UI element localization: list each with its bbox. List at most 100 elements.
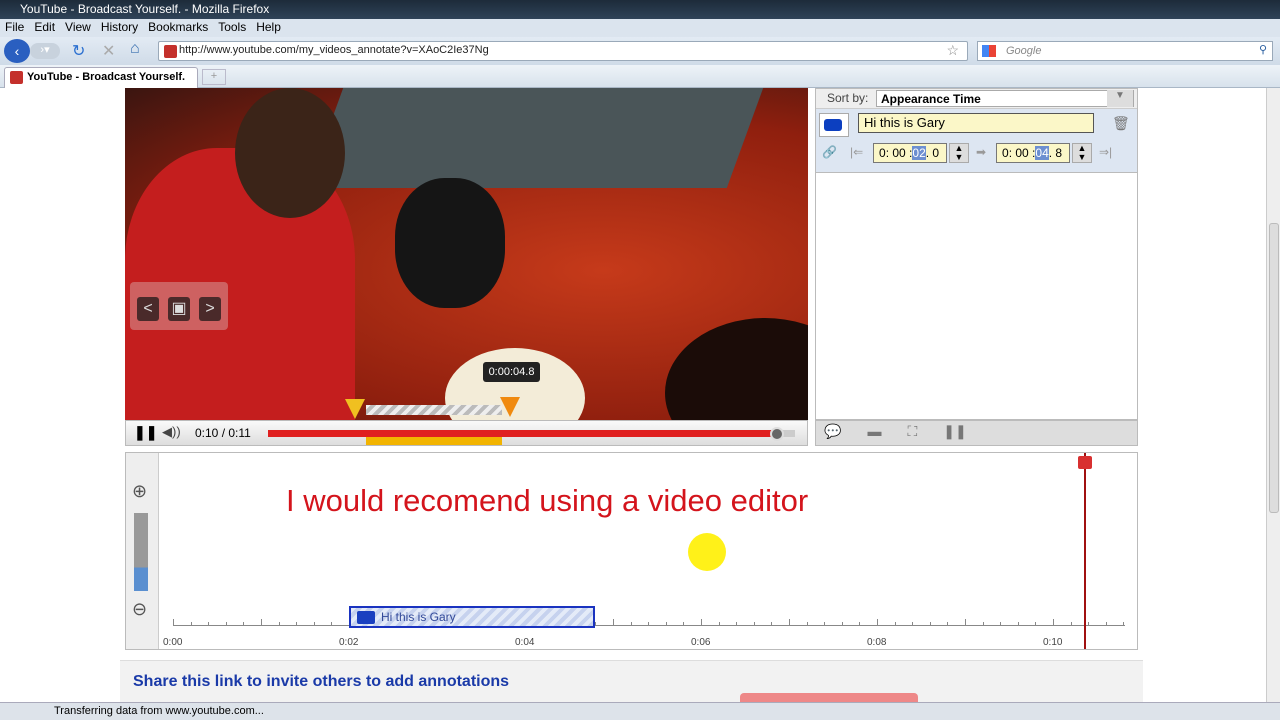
axis-tick [630, 622, 632, 626]
prev-annotation-button[interactable]: < [137, 297, 159, 321]
menu-file[interactable]: File [5, 20, 24, 36]
timeline-annotation-bar[interactable]: Hi this is Gary [349, 606, 596, 628]
status-bar: Transferring data from www.youtube.com..… [0, 702, 1280, 720]
axis-tick [208, 622, 210, 626]
axis-label: 0:00 [163, 637, 183, 648]
annotation-timeline[interactable]: ⊕ ⊖ I would recomend using a video edito… [125, 452, 1138, 650]
page-content: < ▣ > Sort by: Appearance Time ▼ Hi this … [0, 88, 1266, 702]
axis-tick [296, 622, 298, 626]
axis-tick [665, 622, 667, 626]
axis-tick [806, 622, 808, 626]
axis-tick [261, 619, 262, 626]
axis-tick [789, 619, 790, 626]
link-icon[interactable]: 🔗 [822, 145, 837, 159]
search-input[interactable]: Google ⚲ [977, 41, 1273, 61]
axis-tick [841, 622, 843, 626]
playhead-handle[interactable] [1077, 456, 1092, 469]
axis-tick [753, 622, 755, 626]
start-marker[interactable] [345, 399, 365, 419]
axis-tick [1053, 619, 1054, 626]
menu-view[interactable]: View [65, 20, 91, 36]
playhead-line[interactable] [1083, 453, 1086, 649]
annotation-nav: < ▣ > [130, 282, 228, 330]
zoom-slider[interactable] [134, 513, 148, 591]
menu-bookmarks[interactable]: Bookmarks [148, 20, 208, 36]
add-spotlight-icon[interactable]: ⛶ [907, 423, 917, 443]
axis-tick [894, 622, 896, 626]
axis-tick [190, 622, 192, 626]
tab-youtube[interactable]: YouTube - Broadcast Yourself. [4, 67, 198, 88]
arrow-right-icon: ➡ [976, 145, 987, 159]
bookmark-star-icon[interactable]: ☆ [946, 42, 959, 59]
vertical-scrollbar[interactable] [1266, 88, 1280, 702]
menu-edit[interactable]: Edit [34, 20, 55, 36]
video-frame[interactable] [125, 88, 808, 420]
start-time-field[interactable]: 0: 00 :02. 0 [873, 143, 947, 163]
speech-bubble-icon[interactable] [819, 113, 849, 137]
axis-tick [912, 622, 914, 626]
window-title: YouTube - Broadcast Yourself. - Mozilla … [20, 2, 270, 16]
back-button[interactable]: ‹ [4, 39, 30, 63]
axis-tick [1000, 622, 1002, 626]
new-tab-button[interactable]: + [202, 69, 226, 85]
youtube-favicon [10, 71, 23, 84]
google-icon [982, 45, 996, 57]
home-icon[interactable]: ⌂ [130, 40, 140, 58]
mouse-cursor-highlight [688, 533, 726, 571]
marker-tooltip: 0:00:04.8 [483, 362, 540, 382]
tab-bar: YouTube - Broadcast Yourself. + [0, 65, 1280, 88]
axis-tick [877, 619, 878, 626]
pause-button[interactable]: ❚❚ [134, 424, 157, 441]
youtube-favicon [164, 45, 177, 58]
sort-select[interactable]: Appearance Time ▼ [876, 90, 1134, 107]
scrollbar-thumb[interactable] [1269, 223, 1279, 513]
axis-tick [173, 619, 174, 626]
axis-tick [595, 622, 597, 626]
url-text: http://www.youtube.com/my_videos_annotat… [179, 44, 489, 56]
search-placeholder: Google [1006, 45, 1042, 57]
zoom-out-icon[interactable]: ⊖ [132, 599, 147, 620]
sort-label: Sort by: [827, 91, 869, 105]
forward-button[interactable]: ›▾ [30, 43, 60, 59]
end-marker[interactable] [500, 397, 520, 417]
annotation-item[interactable]: Hi this is Gary 🗑 🔗 |⇐ 0: 00 :02. 0 ▲ ▼ ➡… [816, 109, 1137, 173]
add-note-icon[interactable]: ▬ [867, 423, 881, 443]
end-time-stepper[interactable]: ▲ ▼ [1072, 143, 1092, 163]
trash-icon[interactable]: 🗑 [1112, 115, 1130, 132]
menu-bar: File Edit View History Bookmarks Tools H… [0, 19, 1280, 37]
volume-icon[interactable]: ◀)) [162, 424, 181, 440]
axis-label: 0:02 [339, 637, 359, 648]
annotation-text-input[interactable]: Hi this is Gary [858, 113, 1094, 133]
end-time-field[interactable]: 0: 00 :04. 8 [996, 143, 1070, 163]
axis-tick [225, 622, 227, 626]
axis-tick [947, 622, 949, 626]
annotation-track [366, 437, 502, 445]
next-annotation-button[interactable]: > [199, 297, 221, 321]
axis-tick [736, 622, 738, 626]
axis-label: 0:06 [691, 637, 711, 648]
end-arrow-icon: ⇒| [1099, 145, 1113, 159]
share-title: Share this link to invite others to add … [133, 673, 510, 690]
axis-tick [648, 622, 650, 626]
url-bar[interactable]: http://www.youtube.com/my_videos_annotat… [158, 41, 968, 61]
progress-handle[interactable] [770, 427, 784, 441]
add-pause-icon[interactable]: ❚❚ [943, 423, 966, 443]
axis-tick [331, 622, 333, 626]
share-button[interactable] [740, 693, 918, 702]
add-speech-bubble-icon[interactable]: 💬 [824, 423, 841, 443]
add-annotation-icon[interactable]: ▣ [168, 297, 190, 321]
menu-history[interactable]: History [101, 20, 138, 36]
axis-tick [243, 622, 245, 626]
chevron-down-icon: ▼ [1107, 90, 1133, 107]
reload-icon[interactable]: ↻ [72, 41, 85, 61]
menu-tools[interactable]: Tools [218, 20, 246, 36]
axis-tick [1035, 622, 1037, 626]
start-time-stepper[interactable]: ▲ ▼ [949, 143, 969, 163]
zoom-in-icon[interactable]: ⊕ [132, 481, 147, 502]
axis-label: 0:04 [515, 637, 535, 648]
search-icon[interactable]: ⚲ [1259, 43, 1267, 56]
progress-bar[interactable] [268, 430, 795, 437]
menu-help[interactable]: Help [256, 20, 281, 36]
axis-tick [859, 622, 861, 626]
stop-icon[interactable]: ✕ [102, 41, 115, 61]
